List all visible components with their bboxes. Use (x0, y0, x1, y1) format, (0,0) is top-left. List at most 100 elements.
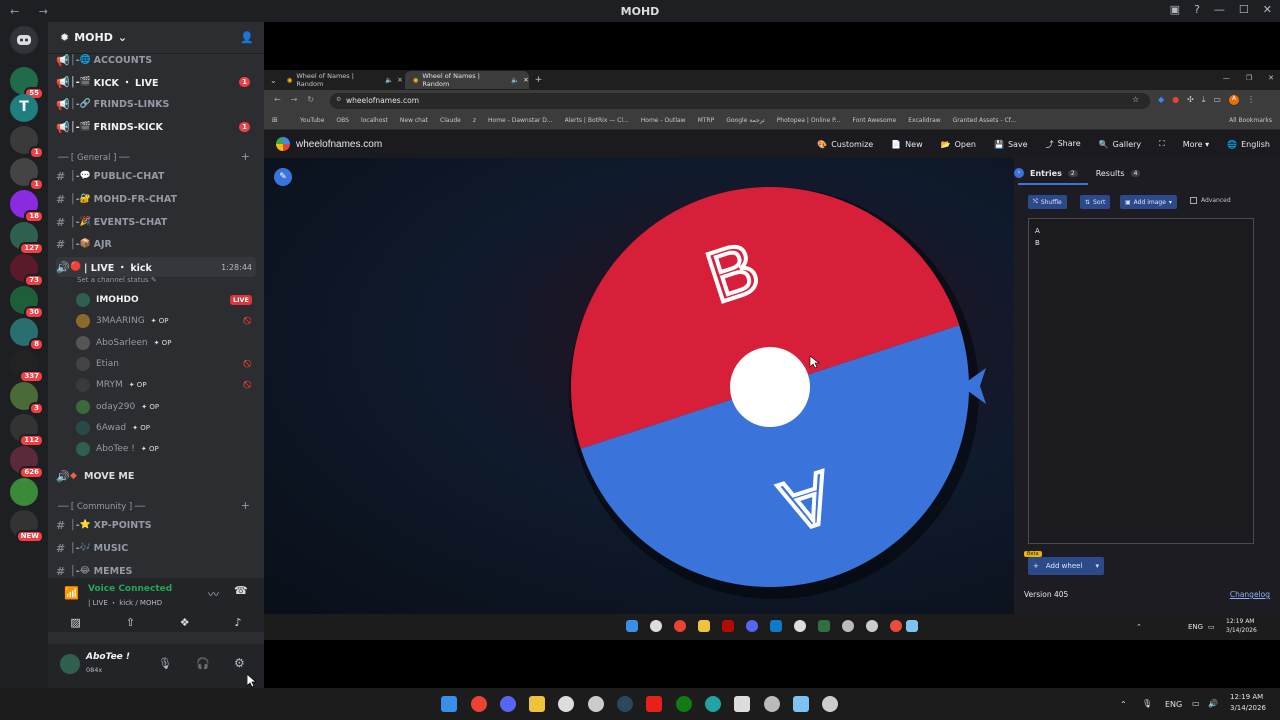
server-icon[interactable]: 73 (10, 254, 44, 287)
add-wheel-button[interactable]: + Add wheel ▾ (1028, 557, 1104, 575)
server-icon[interactable]: 112 (10, 414, 44, 447)
voice-channel-live-kick[interactable]: 🔊 🔴 | LIVE ・ kick 1:28:44 (56, 257, 256, 277)
site-nav-english[interactable]: 🌐 English (1227, 140, 1270, 149)
screen-share-icon[interactable]: ⇧ (126, 616, 135, 629)
server-icon[interactable]: NEW (10, 510, 44, 543)
voice-user[interactable]: AboSarleen ✦ OP (76, 333, 256, 353)
site-nav-gallery[interactable]: 🔍 Gallery (1099, 140, 1141, 149)
channel-public-chat[interactable]: # │- 💬 PUBLIC-CHAT (56, 166, 256, 186)
bookmark-item[interactable]: Photopea | Online P... (777, 117, 841, 124)
obs-icon[interactable] (588, 696, 604, 712)
obs-icon[interactable] (866, 620, 878, 632)
server-icon[interactable]: 30 (10, 286, 44, 319)
discord-icon[interactable] (746, 620, 758, 632)
menu-kebab-icon[interactable]: ⋮ (1247, 95, 1255, 105)
fullscreen-icon[interactable]: ⛶ (1159, 139, 1165, 149)
extension-icon[interactable]: ● (1172, 95, 1179, 105)
add-channel-icon[interactable]: + (241, 150, 250, 163)
server-icon[interactable]: 1 (10, 158, 44, 191)
channel-music[interactable]: # │- 🎶 MUSIC (56, 538, 256, 558)
server-icon[interactable]: 626 (10, 446, 44, 479)
settings-icon[interactable] (764, 696, 780, 712)
bookmark-item[interactable]: Excalidraw (908, 117, 940, 124)
channel-status-hint[interactable]: Set a channel status ✎ (77, 276, 157, 284)
tab-search-icon[interactable]: ⌄ (270, 76, 277, 85)
clock-app-icon[interactable] (822, 696, 838, 712)
channel-mohd-fr-chat[interactable]: # │- 🔐 MOHD-FR-CHAT (56, 189, 256, 209)
vscode-icon[interactable] (770, 620, 782, 632)
noise-suppression-icon[interactable]: 〰 (208, 586, 219, 602)
tab-entries[interactable]: Entries (1030, 169, 1062, 178)
edge-icon[interactable] (705, 696, 721, 712)
notepad-icon[interactable] (793, 696, 809, 712)
store-icon[interactable] (734, 696, 750, 712)
entries-textarea[interactable]: AB (1028, 218, 1254, 544)
clock-time[interactable]: 12:19 AM (1230, 693, 1263, 701)
server-icon[interactable]: 127 (10, 222, 44, 255)
site-nav-new[interactable]: 📄 New (891, 140, 922, 149)
advanced-checkbox[interactable] (1190, 197, 1197, 204)
alert-icon[interactable] (890, 620, 902, 632)
shuffle-button[interactable]: ⤭ Shuffle (1028, 195, 1067, 209)
bookmark-item[interactable]: Font Awesome (852, 117, 896, 124)
camera-off-icon[interactable]: ▨ (70, 616, 80, 629)
tab-results[interactable]: Results (1096, 169, 1125, 178)
profile-avatar-icon[interactable]: A (1228, 95, 1240, 105)
channel-ajr[interactable]: # │- 📦 AJR (56, 234, 256, 254)
notepad-icon[interactable] (906, 620, 918, 632)
signal-icon[interactable]: 📶 (64, 586, 79, 600)
voice-user[interactable]: oday290 ✦ OP (76, 397, 256, 417)
capcut-icon[interactable] (794, 620, 806, 632)
bookmark-item[interactable]: z (473, 117, 476, 124)
extension-icon[interactable]: ◆ (1158, 95, 1164, 105)
file-explorer-icon[interactable] (529, 696, 545, 712)
windows-start-icon[interactable] (441, 696, 457, 712)
forward-icon[interactable]: → (291, 95, 298, 104)
bookmark-star-icon[interactable]: ☆ (1132, 95, 1139, 104)
add-channel-icon[interactable]: + (241, 499, 250, 512)
minimize-icon[interactable]: — (1223, 74, 1230, 82)
site-title[interactable]: wheelofnames.com (296, 139, 382, 150)
apps-grid-icon[interactable]: ⊞ (272, 116, 278, 124)
browser-tab-active[interactable]: ◉ Wheel of Names | Random 🔈 ✕ (404, 71, 529, 89)
voice-user[interactable]: MRYM ✦ OP 🚫 (76, 375, 256, 395)
maximize-icon[interactable]: ☐ (1239, 3, 1249, 16)
chrome-icon[interactable] (674, 620, 686, 632)
wheel-center-button[interactable] (730, 347, 810, 427)
language-indicator[interactable]: ENG (1188, 623, 1203, 631)
channel-frinds-kick[interactable]: 📢 │- 🎬 FRINDS-KICK 1 (56, 117, 256, 137)
add-image-button[interactable]: ▣ Add image ▾ (1120, 195, 1177, 209)
server-icon[interactable]: 337 (10, 350, 44, 383)
help-icon[interactable]: ? (1194, 3, 1200, 16)
file-explorer-icon[interactable] (698, 620, 710, 632)
bookmark-item[interactable]: OBS (336, 117, 349, 124)
changelog-link[interactable]: Changelog (1230, 590, 1270, 599)
voice-user[interactable]: 6Awad ✦ OP (76, 418, 256, 438)
site-logo-icon[interactable] (276, 137, 290, 151)
voice-user[interactable]: AboTee ! ✦ OP (76, 439, 256, 459)
bookmark-item[interactable]: MTRP (698, 117, 715, 124)
inbox-icon[interactable]: ▣ (1170, 3, 1180, 16)
settings-gear-icon[interactable]: ⚙ (234, 656, 245, 670)
chevron-up-icon[interactable]: ⌃ (1120, 700, 1127, 709)
extensions-puzzle-icon[interactable]: ✣ (1187, 95, 1194, 105)
soundboard-icon[interactable]: ♪ (235, 616, 242, 629)
server-icon[interactable]: 55 (10, 67, 44, 100)
minimize-icon[interactable]: — (1214, 3, 1225, 16)
youtube-icon[interactable] (646, 696, 662, 712)
language-indicator[interactable]: ENG (1165, 700, 1182, 709)
sidepanel-icon[interactable]: ▭ (1213, 95, 1221, 105)
back-icon[interactable]: ← (274, 95, 281, 104)
windows-start-icon[interactable] (626, 620, 638, 632)
close-icon[interactable]: ✕ (1268, 74, 1274, 82)
new-tab-icon[interactable]: + (535, 75, 543, 85)
download-icon[interactable]: ⤓ (1202, 95, 1206, 105)
bookmark-item[interactable]: Claude (440, 117, 461, 124)
category-community[interactable]: ── [ Community ] ── (58, 502, 145, 512)
discord-icon[interactable] (500, 696, 516, 712)
bookmark-item[interactable]: Home - Dawnstar D... (488, 117, 553, 124)
channel-frinds-links[interactable]: 📢 │- 🔗 FRINDS-LINKS (56, 94, 256, 114)
voice-channel-move-me[interactable]: 🔊 ◆ MOVE ME (56, 466, 256, 486)
close-icon[interactable]: ✕ (1263, 3, 1272, 16)
microphone-icon[interactable]: 🎙 (1142, 699, 1152, 708)
